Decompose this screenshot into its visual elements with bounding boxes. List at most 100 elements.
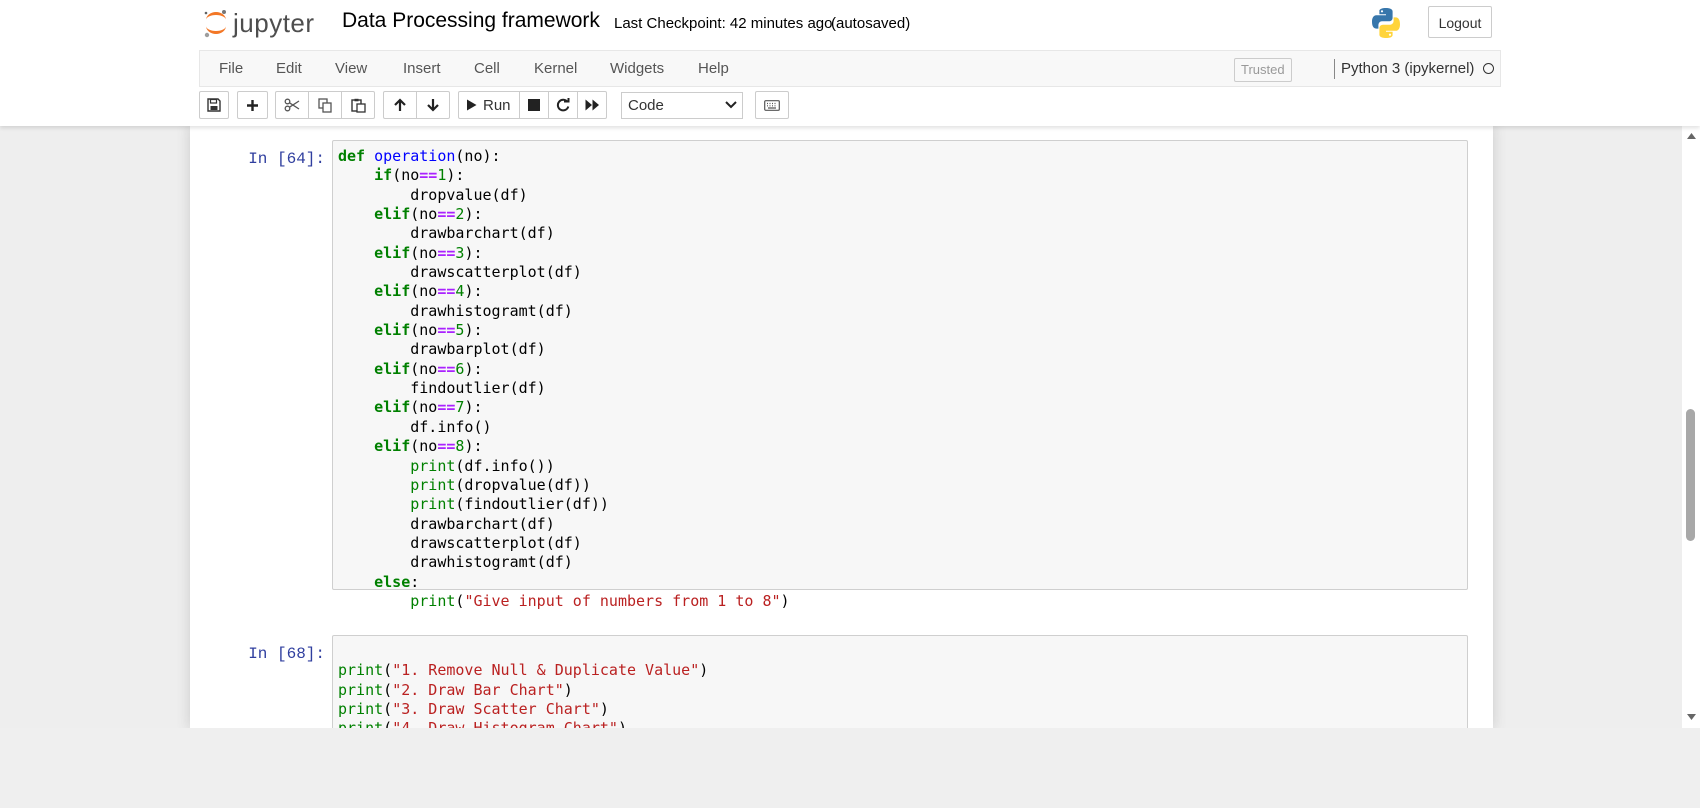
jupyter-logo[interactable]: jupyter [203, 7, 315, 39]
code-token: drawscatterplot(df) [338, 533, 582, 552]
run-button[interactable]: Run [458, 91, 520, 119]
code-token: drawbarplot(df) [338, 340, 546, 359]
code-token: elif [374, 437, 411, 456]
cell-type-select[interactable]: Code [621, 92, 743, 119]
code-line: findoutlier(df) [338, 379, 545, 397]
code-token: else [374, 572, 411, 591]
play-icon [467, 99, 477, 111]
code-token: if [374, 166, 393, 185]
code-line: drawhistogramt(df) [338, 302, 573, 320]
menu-file[interactable]: File [217, 51, 245, 86]
toolbar: Run Code [199, 91, 1501, 121]
code-cell[interactable]: In [68]: print("1. Remove Null & Duplica… [190, 635, 1493, 728]
chevron-down-icon [725, 101, 737, 109]
code-token: == [437, 398, 456, 417]
kernel-divider [1334, 59, 1335, 79]
code-token: == [437, 437, 456, 456]
code-token: "1. Remove Null & Duplicate Value" [392, 661, 700, 680]
code-token: "2. Draw Bar Chart" [392, 680, 564, 699]
save-button[interactable] [199, 91, 229, 119]
scroll-down-arrow-icon[interactable] [1687, 714, 1696, 720]
scroll-up-arrow-icon[interactable] [1687, 133, 1696, 139]
menu-insert[interactable]: Insert [401, 51, 443, 86]
code-token: == [437, 243, 456, 262]
code-editor[interactable]: def operation(no): if(no==1): dropvalue(… [333, 141, 1467, 617]
code-token: df.info() [338, 417, 492, 436]
code-token: def [338, 147, 366, 165]
move-down-button[interactable] [416, 91, 450, 119]
keyboard-icon [764, 99, 780, 111]
scroll-thumb[interactable] [1686, 409, 1695, 541]
code-token: print [410, 591, 456, 610]
code-line: def operation(no): [338, 147, 501, 165]
menu-widgets[interactable]: Widgets [608, 51, 666, 86]
code-token: drawscatterplot(df) [338, 263, 582, 282]
code-line: else: [338, 573, 419, 591]
code-token: ): [464, 243, 483, 262]
code-token: ( [383, 661, 393, 680]
code-input[interactable]: def operation(no): if(no==1): dropvalue(… [332, 140, 1468, 610]
code-token: ): [464, 321, 483, 340]
cut-button[interactable] [275, 91, 309, 119]
code-token: "3. Draw Scatter Chart" [392, 700, 600, 719]
code-token: ( [383, 700, 393, 719]
trusted-badge[interactable]: Trusted [1234, 58, 1292, 82]
code-line: dropvalue(df) [338, 186, 527, 204]
code-line: drawbarchart(df) [338, 515, 555, 533]
code-line: elif(no==3): [338, 243, 483, 262]
paste-button[interactable] [341, 91, 375, 119]
code-line: print(df.info()) [338, 457, 555, 475]
notebook-name[interactable]: Data Processing framework [342, 9, 600, 33]
code-token: elif [374, 282, 411, 301]
code-token: ) [780, 591, 790, 610]
code-line: if(no==1): [338, 166, 464, 184]
code-token: (no): [455, 147, 501, 165]
code-input[interactable]: print("1. Remove Null & Duplicate Value"… [332, 635, 1468, 728]
code-token: == [437, 359, 456, 378]
menu-kernel[interactable]: Kernel [532, 51, 579, 86]
code-cell[interactable]: In [64]: def operation(no): if(no==1): d… [190, 140, 1493, 610]
command-palette-button[interactable] [755, 91, 789, 119]
code-token: == [437, 282, 456, 301]
move-up-button[interactable] [383, 91, 417, 119]
code-token: ): [464, 359, 483, 378]
menu-view[interactable]: View [333, 51, 369, 86]
code-token: "Give input of numbers from 1 to 8" [464, 591, 781, 610]
code-line: drawscatterplot(df) [338, 534, 582, 552]
cell-type-value: Code [628, 97, 664, 114]
menubar: File Edit View Insert Cell Kernel Widget… [199, 50, 1501, 87]
jupyter-logo-icon [204, 10, 226, 38]
interrupt-button[interactable] [519, 91, 549, 119]
code-token: ) [699, 661, 709, 680]
restart-button[interactable] [548, 91, 578, 119]
code-line: print("1. Remove Null & Duplicate Value"… [338, 661, 708, 679]
code-token: : [410, 572, 420, 591]
code-token: (no [410, 398, 438, 417]
kernel-name[interactable]: Python 3 (ipykernel) [1341, 51, 1474, 86]
code-line: print(findoutlier(df)) [338, 495, 609, 513]
code-token: (no [410, 437, 438, 456]
menu-edit[interactable]: Edit [274, 51, 304, 86]
menu-cell[interactable]: Cell [472, 51, 502, 86]
code-token: (no [410, 282, 438, 301]
code-line: print("4. Draw Histogram Chart") [338, 719, 627, 728]
code-token: (findoutlier(df)) [455, 495, 609, 514]
restart-run-all-button[interactable] [577, 91, 607, 119]
run-label: Run [483, 96, 511, 114]
code-token: ( [383, 680, 393, 699]
insert-cell-button[interactable] [237, 91, 268, 119]
code-token: (dropvalue(df)) [455, 475, 591, 494]
code-editor[interactable]: print("1. Remove Null & Duplicate Value"… [333, 636, 1467, 728]
code-line: df.info() [338, 417, 492, 436]
menu-help[interactable]: Help [696, 51, 731, 86]
copy-button[interactable] [308, 91, 342, 119]
logout-button[interactable]: Logout [1428, 6, 1492, 38]
code-token: == [437, 321, 456, 340]
kernel-idle-indicator [1483, 63, 1494, 74]
page-scrollbar[interactable] [1682, 126, 1700, 728]
